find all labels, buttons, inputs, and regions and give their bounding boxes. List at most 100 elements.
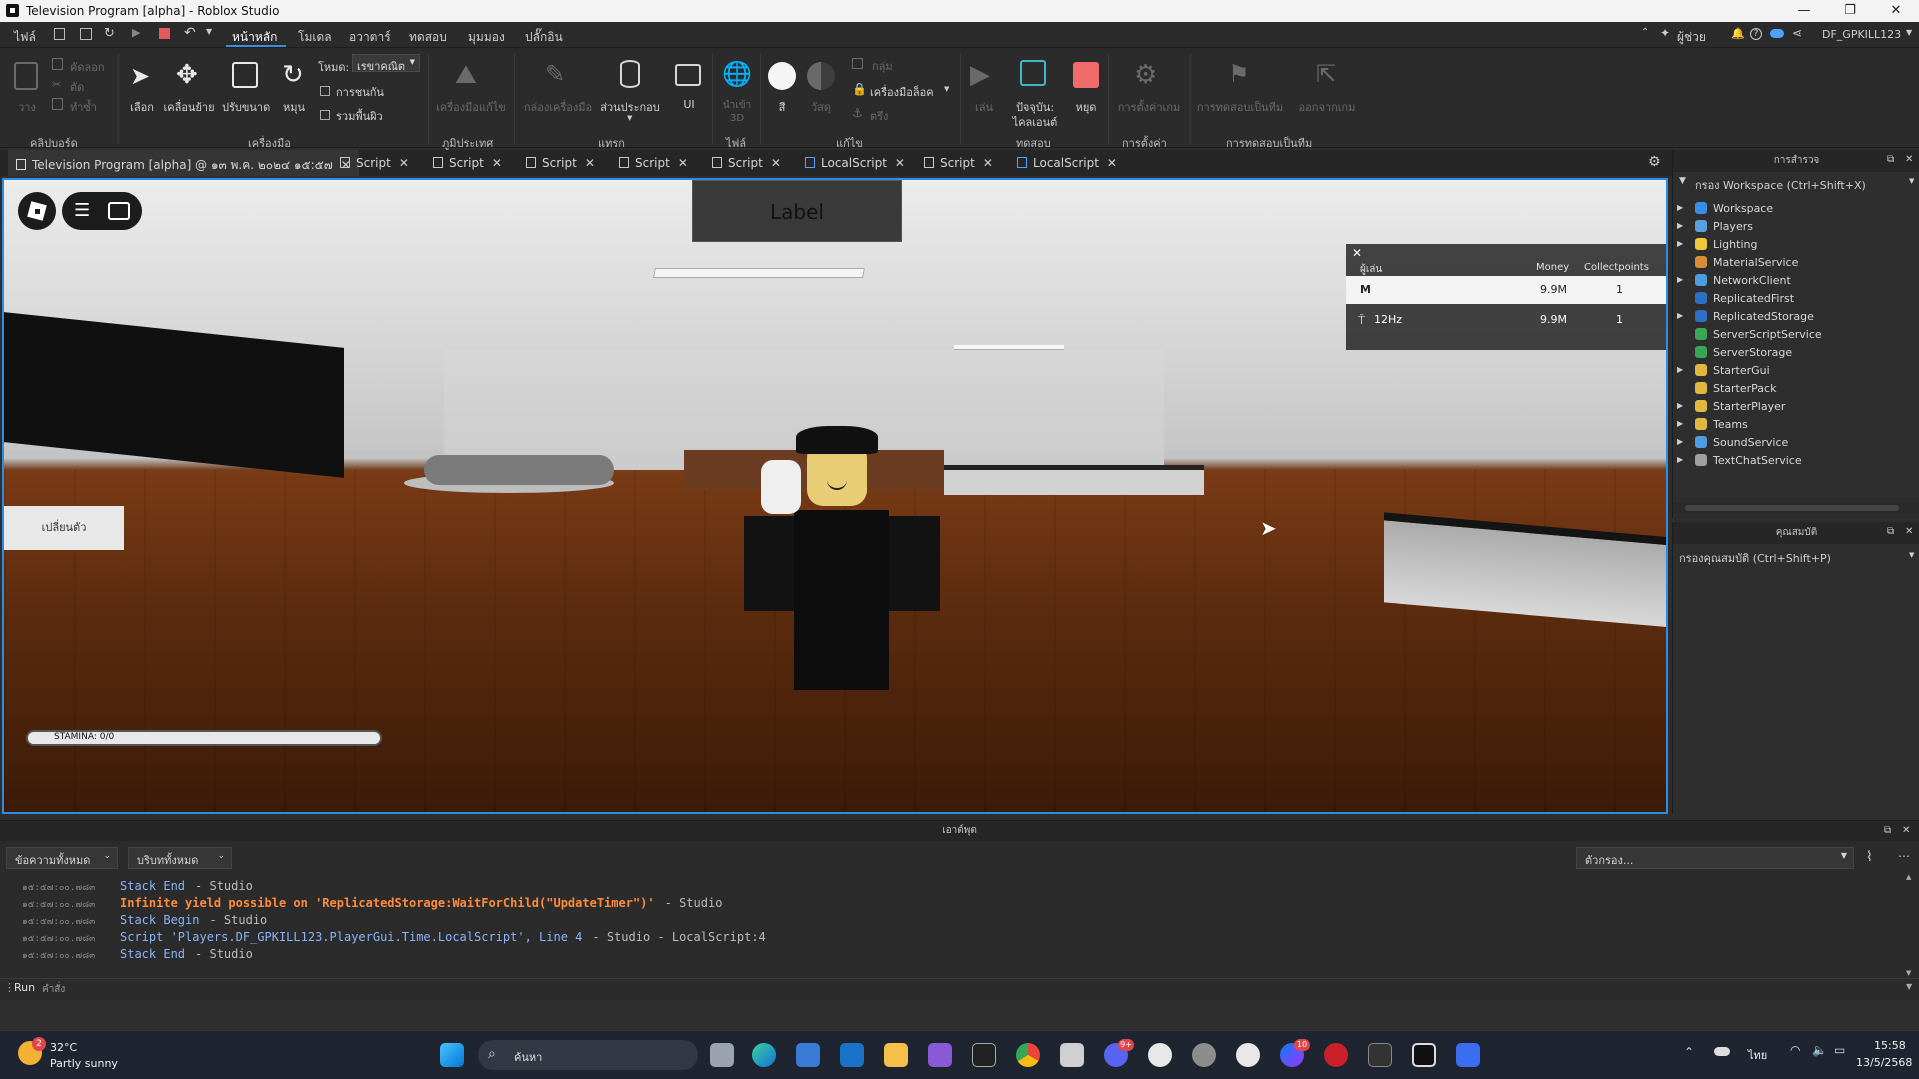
clock-date[interactable]: 13/5/2568 xyxy=(1856,1056,1912,1069)
tray-overflow-icon[interactable]: ⌃ xyxy=(1684,1045,1694,1059)
exit-game-icon[interactable]: ⇱ xyxy=(1316,60,1336,88)
user-dropdown-icon[interactable]: ▼ xyxy=(1906,28,1912,37)
wifi-icon[interactable]: ◠ xyxy=(1790,1043,1800,1057)
undock-icon[interactable]: ⧉ xyxy=(1887,526,1894,537)
anchor-icon[interactable]: ⚓ xyxy=(852,106,863,120)
app-window-icon[interactable] xyxy=(1060,1043,1084,1067)
undock-icon[interactable]: ⧉ xyxy=(1884,825,1891,836)
roblox-menu-button[interactable] xyxy=(18,192,56,230)
windows-start-icon[interactable] xyxy=(440,1043,464,1067)
undo-dropdown-icon[interactable]: ▼ xyxy=(206,27,212,36)
task-view-icon[interactable] xyxy=(710,1043,734,1067)
game-settings-icon[interactable]: ⚙ xyxy=(1134,60,1157,90)
game-viewport[interactable]: ☰ Label ✕ ผู้เล่น Money Collectpoints M … xyxy=(2,178,1668,814)
terrain-editor-icon[interactable]: ⛰ xyxy=(455,60,477,91)
explorer-filter-input[interactable]: ▼ กรอง Workspace (Ctrl+Shift+X) ▼ xyxy=(1673,174,1919,192)
stop-button[interactable]: หยุด xyxy=(1074,98,1098,116)
settings-gear-icon[interactable] xyxy=(1192,1043,1216,1067)
scroll-up-icon[interactable]: ▲ xyxy=(1906,873,1911,881)
tab-place[interactable]: Television Program [alpha] @ ๑๓ พ.ค. ๒๐๒… xyxy=(8,150,359,176)
battery-icon[interactable]: ▭ xyxy=(1834,1043,1845,1057)
explorer-item[interactable]: ServerStorage xyxy=(1695,346,1792,364)
color-button[interactable]: สี xyxy=(776,98,788,116)
volume-icon[interactable]: 🔈 xyxy=(1812,1043,1827,1057)
play-icon[interactable]: ▶ xyxy=(970,60,990,90)
close-panel-icon[interactable]: ✕ xyxy=(1902,825,1910,836)
notification-bell-icon[interactable]: 🔔 xyxy=(1731,27,1745,40)
terminal-icon[interactable] xyxy=(1368,1043,1392,1067)
tab-script[interactable]: Script ✕ xyxy=(425,150,510,176)
tab-script[interactable]: Script ✕ xyxy=(916,150,1001,176)
explorer-item[interactable]: ▶ NetworkClient xyxy=(1677,274,1791,292)
leaderboard-row[interactable]: ⍑ 12Hz 9.9M 1 xyxy=(1346,306,1666,334)
cut-icon[interactable]: ✂ xyxy=(52,78,61,91)
explorer-item[interactable]: ▶ SoundService xyxy=(1677,436,1788,454)
message-filter-dropdown[interactable]: ข้อความทั้งหมด ⌄ xyxy=(6,847,118,869)
explorer-item[interactable]: ▶ Players xyxy=(1677,220,1753,238)
open-file-icon[interactable] xyxy=(80,28,92,40)
menu-test[interactable]: ทดสอบ xyxy=(409,28,447,47)
context-filter-dropdown[interactable]: บริบททั้งหมด ⌄ xyxy=(128,847,232,869)
play-small-icon[interactable]: ▶ xyxy=(132,26,140,39)
mode-dropdown[interactable]: เรขาคณิต ▼ xyxy=(352,54,420,73)
game-settings-button[interactable]: การตั้งค่าเกม xyxy=(1112,98,1186,116)
redo-arrow-icon[interactable]: ↻ xyxy=(104,26,115,41)
import-3d-icon[interactable]: 🌐 xyxy=(722,60,752,88)
tab-localscript[interactable]: LocalScript ✕ xyxy=(1009,150,1125,176)
copy-icon[interactable] xyxy=(52,58,63,70)
hamburger-menu-icon[interactable]: ☰ xyxy=(74,200,90,221)
clear-output-broom-icon[interactable]: ⌇ xyxy=(1866,849,1873,865)
weather-description[interactable]: Partly sunny xyxy=(50,1057,118,1070)
taskbar-search-box[interactable]: ⌕ ค้นหา xyxy=(478,1040,698,1070)
group-button[interactable]: กลุ่ม xyxy=(872,57,893,75)
exit-game-button[interactable]: ออกจากเกม xyxy=(1296,98,1358,116)
expand-arrow-icon[interactable]: ▶ xyxy=(1677,419,1683,428)
menu-view[interactable]: มุมมอง xyxy=(468,28,505,47)
explorer-item[interactable]: ▶ TextChatService xyxy=(1677,454,1802,472)
command-bar[interactable]: ⋮ Run คำสั่ง ▼ xyxy=(0,978,1919,998)
tab-localscript[interactable]: LocalScript ✕ xyxy=(797,150,913,176)
paste-label[interactable]: วาง xyxy=(14,98,40,116)
anchor-button[interactable]: ตรึง xyxy=(870,107,888,125)
ms-store-icon[interactable] xyxy=(796,1043,820,1067)
undo-icon[interactable]: ↶ xyxy=(184,25,196,41)
move-arrows-icon[interactable]: ✥ xyxy=(176,60,198,90)
join-surfaces-checkbox[interactable] xyxy=(320,110,330,120)
close-tab-icon[interactable]: ✕ xyxy=(983,156,993,170)
output-filter-input[interactable]: ตัวกรอง... ▼ xyxy=(1576,847,1854,869)
copy-button[interactable]: คัดลอก xyxy=(70,58,105,76)
help-icon[interactable]: ? xyxy=(1750,28,1762,40)
toolbox-icon[interactable]: ✎ xyxy=(545,60,565,88)
explorer-item[interactable]: ▶ ReplicatedStorage xyxy=(1677,310,1814,328)
new-file-icon[interactable] xyxy=(54,28,65,40)
roblox-player-icon[interactable] xyxy=(1456,1043,1480,1067)
weather-temperature[interactable]: 32°C xyxy=(50,1041,77,1054)
rotate-tool-button[interactable]: หมุน xyxy=(280,98,308,116)
scale-tool-button[interactable]: ปรับขนาด xyxy=(222,98,270,116)
close-tab-icon[interactable]: ✕ xyxy=(678,156,688,170)
move-tool-button[interactable]: เคลื่อนย้าย xyxy=(162,98,216,116)
output-scrollbar[interactable]: ▲ ▼ xyxy=(1906,873,1916,977)
rotate-icon[interactable]: ↻ xyxy=(282,60,304,90)
chat-icon[interactable] xyxy=(108,202,130,220)
part-dropdown-icon[interactable]: ▼ xyxy=(627,114,632,122)
chrome-icon[interactable] xyxy=(1016,1043,1040,1067)
undock-icon[interactable]: ⧉ xyxy=(1887,154,1894,165)
stop-icon[interactable] xyxy=(1073,62,1099,88)
user-name[interactable]: DF_GPKILL123 xyxy=(1822,28,1901,41)
explorer-item[interactable]: ▶ StarterGui xyxy=(1677,364,1770,382)
explorer-item[interactable]: ▶ Teams xyxy=(1677,418,1748,436)
explorer-item[interactable]: MaterialService xyxy=(1695,256,1798,274)
duplicate-icon[interactable] xyxy=(52,98,63,110)
more-options-icon[interactable]: ⋯ xyxy=(1898,849,1910,863)
duplicate-button[interactable]: ทำซ้ำ xyxy=(70,98,97,116)
close-tab-icon[interactable]: ✕ xyxy=(585,156,595,170)
expand-arrow-icon[interactable]: ▶ xyxy=(1677,437,1683,446)
roblox-studio-taskbar-icon[interactable] xyxy=(1412,1043,1436,1067)
close-tab-icon[interactable]: ✕ xyxy=(895,156,905,170)
team-test-icon[interactable]: ⚑ xyxy=(1228,60,1250,88)
change-character-button[interactable]: เปลี่ยนตัว xyxy=(4,506,124,550)
command-dropdown-icon[interactable]: ▼ xyxy=(1906,982,1912,991)
tab-script[interactable]: Script ✕ xyxy=(332,150,417,176)
lock-icon[interactable]: 🔒 xyxy=(852,82,867,96)
